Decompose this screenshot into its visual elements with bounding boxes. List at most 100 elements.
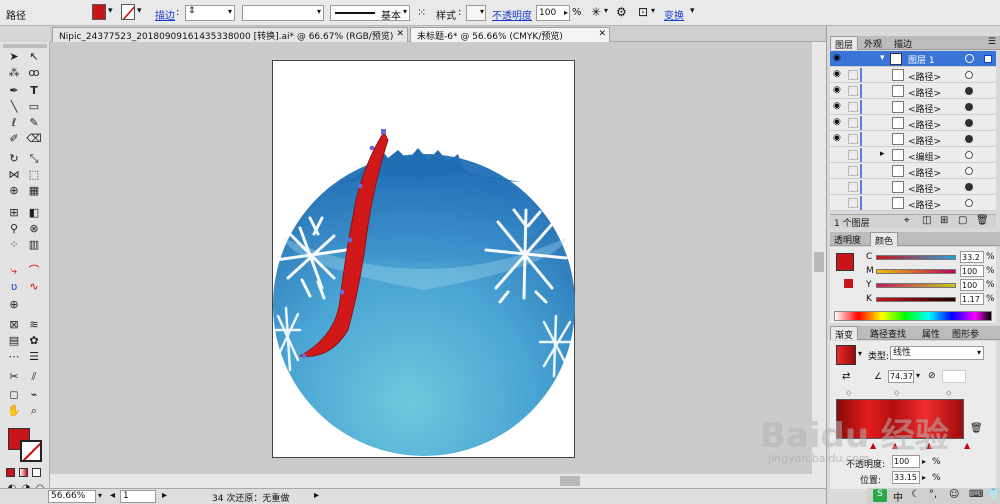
layer-row-5[interactable]: ◉ <路径> xyxy=(830,131,996,147)
tab-appearance[interactable]: 外观 xyxy=(860,36,886,50)
zoom-field[interactable]: 56.66% xyxy=(48,490,96,503)
lock-toggle[interactable] xyxy=(848,166,858,176)
locate-object-icon[interactable]: ⌖ xyxy=(904,215,910,226)
target-circle-icon[interactable] xyxy=(965,151,973,159)
smile-icon[interactable]: ☺ xyxy=(949,489,959,500)
layer-row-8[interactable]: <路径> xyxy=(830,179,996,195)
stop-opacity-field[interactable]: 100 xyxy=(892,455,920,468)
layer-row-1[interactable]: ◉ <路径> xyxy=(830,67,996,83)
layer-row-6[interactable]: ▸ <编组> xyxy=(830,147,996,163)
lock-toggle[interactable] xyxy=(848,182,858,192)
lock-toggle[interactable] xyxy=(848,118,858,128)
color-spectrum-bar[interactable] xyxy=(834,311,992,321)
eye-icon[interactable]: ◉ xyxy=(833,70,844,79)
gradient-type-select[interactable]: 线性 ▾ xyxy=(890,346,984,360)
gradient-stop-icon[interactable]: ▲ xyxy=(892,441,898,450)
target-circle-icon[interactable] xyxy=(965,87,973,95)
status-menu-icon[interactable]: ▸ xyxy=(314,490,319,501)
layer-row-2[interactable]: ◉ <路径> xyxy=(830,83,996,99)
lock-toggle[interactable] xyxy=(848,134,858,144)
eye-icon[interactable]: ◉ xyxy=(833,134,844,143)
tab-color[interactable]: 颜色 xyxy=(870,232,899,247)
midpoint-diamond-icon[interactable]: ◇ xyxy=(846,389,851,397)
gradient-stop-icon[interactable]: ▲ xyxy=(870,441,876,450)
gradient-stop-icon[interactable]: ▲ xyxy=(964,441,970,450)
chinese-input-icon[interactable]: 中 xyxy=(893,489,903,504)
eye-icon[interactable]: ◉ xyxy=(833,118,844,127)
tab-graphic-styles[interactable]: 图形参 xyxy=(948,326,983,340)
stop-location-field[interactable]: 33.15 xyxy=(892,471,920,484)
reverse-gradient-icon[interactable]: ⇄ xyxy=(842,371,850,382)
slider-value-field[interactable]: 1.17 xyxy=(960,293,984,305)
eye-icon[interactable]: ◉ xyxy=(833,54,844,63)
tab-layers[interactable]: 图层 xyxy=(830,36,859,51)
next-page-icon[interactable]: ▸ xyxy=(162,490,167,501)
moon-icon[interactable]: ☾ xyxy=(911,489,920,500)
expand-arrow-icon[interactable]: ▾ xyxy=(880,53,885,63)
layer-row-4[interactable]: ◉ <路径> xyxy=(830,115,996,131)
stop-opacity-arrow-icon[interactable]: ▸ xyxy=(922,457,926,466)
artboard-number-field[interactable]: 1 xyxy=(120,490,156,503)
target-circle-icon[interactable] xyxy=(965,103,973,111)
horizontal-scrollbar[interactable] xyxy=(50,474,826,488)
slider-m[interactable]: M 100% xyxy=(838,265,998,279)
sogou-s-icon[interactable]: S xyxy=(873,489,887,502)
target-circle-icon[interactable] xyxy=(965,119,973,127)
slider-track[interactable] xyxy=(876,255,956,260)
lock-toggle[interactable] xyxy=(848,86,858,96)
gradient-dropdown-icon[interactable]: ▾ xyxy=(858,349,862,358)
horizontal-scroll-thumb[interactable] xyxy=(560,476,580,486)
tab-transparency[interactable]: 透明度 xyxy=(830,232,865,246)
slider-track[interactable] xyxy=(876,283,956,288)
slider-value-field[interactable]: 33.2 xyxy=(960,251,984,263)
midpoint-diamond-icon[interactable]: ◇ xyxy=(894,389,899,397)
stop-location-arrow-icon[interactable]: ▸ xyxy=(922,473,926,482)
target-circle-icon[interactable] xyxy=(965,71,973,79)
lock-toggle[interactable] xyxy=(848,70,858,80)
midpoint-diamond-icon[interactable]: ◇ xyxy=(946,389,951,397)
keyboard-icon[interactable]: ⌨ xyxy=(969,489,983,500)
eye-icon[interactable]: ◉ xyxy=(833,86,844,95)
expand-arrow-icon[interactable]: ▸ xyxy=(880,149,885,159)
vertical-scroll-thumb[interactable] xyxy=(814,252,824,272)
layer-row-top[interactable]: ◉ ▾ 图层 1 xyxy=(830,51,996,67)
trash-icon[interactable]: 🗑 xyxy=(970,423,983,434)
gradient-stop-icon[interactable]: ▲ xyxy=(926,441,932,450)
lock-toggle[interactable] xyxy=(848,102,858,112)
layer-row-9[interactable]: <路径> xyxy=(830,195,996,211)
layer-row-3[interactable]: ◉ <路径> xyxy=(830,99,996,115)
first-page-icon[interactable]: ◂ xyxy=(110,490,115,501)
tab-stroke[interactable]: 描边 xyxy=(890,36,916,50)
slider-track[interactable] xyxy=(876,297,956,302)
angle-field[interactable]: 74.37 xyxy=(888,370,914,383)
clipping-mask-icon[interactable]: ◫ xyxy=(922,215,931,226)
target-circle-icon[interactable] xyxy=(965,135,973,143)
new-layer-icon[interactable]: ▢ xyxy=(958,215,967,226)
lock-toggle[interactable] xyxy=(848,150,858,160)
target-circle-icon[interactable] xyxy=(965,54,974,63)
gradient-thumbnail[interactable] xyxy=(836,345,856,365)
slider-track[interactable] xyxy=(876,269,956,274)
gradient-slider[interactable] xyxy=(836,399,964,439)
slider-k[interactable]: K 1.17% xyxy=(838,293,998,307)
selection-indicator-icon[interactable] xyxy=(984,55,992,63)
layer-row-7[interactable]: <路径> xyxy=(830,163,996,179)
tab-pathfinder[interactable]: 路径查找 xyxy=(866,326,910,340)
new-sublayer-icon[interactable]: ⊞ xyxy=(940,215,948,226)
panel-menu-icon[interactable]: ☰ xyxy=(988,37,996,47)
target-circle-icon[interactable] xyxy=(965,167,973,175)
slider-y[interactable]: Y 100% xyxy=(838,279,998,293)
tab-gradient[interactable]: 渐变 xyxy=(830,326,859,341)
punctuation-icon[interactable]: °, xyxy=(929,489,937,500)
slider-c[interactable]: C 33.2% xyxy=(838,251,998,265)
eye-icon[interactable]: ◉ xyxy=(833,102,844,111)
trash-icon[interactable]: 🗑 xyxy=(976,215,989,226)
shirt-icon[interactable]: 👕 xyxy=(987,489,999,500)
slider-value-field[interactable]: 100 xyxy=(960,265,984,277)
target-circle-icon[interactable] xyxy=(965,199,973,207)
tab-attributes[interactable]: 属性 xyxy=(918,326,944,340)
zoom-dropdown-icon[interactable]: ▾ xyxy=(98,491,102,500)
lock-toggle[interactable] xyxy=(848,198,858,208)
angle-dropdown-icon[interactable]: ▾ xyxy=(916,371,920,380)
aspect-ratio-field[interactable] xyxy=(942,370,966,383)
